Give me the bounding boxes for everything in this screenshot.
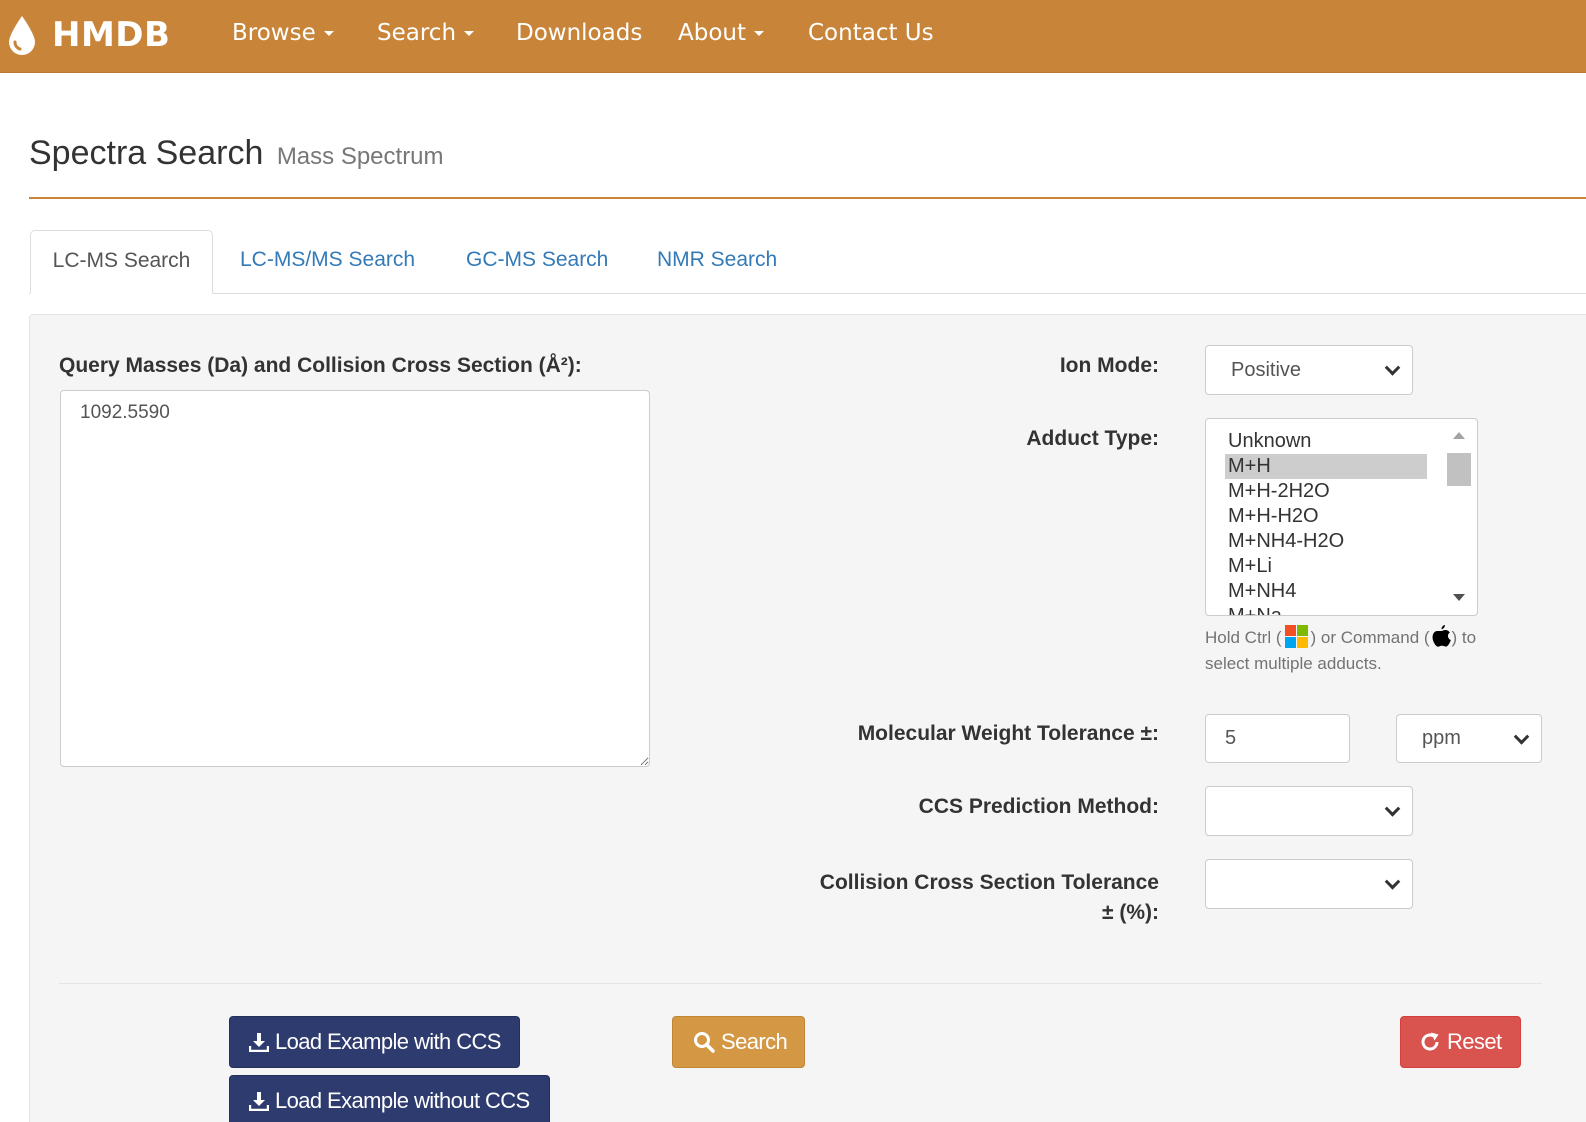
reset-button-label: Reset <box>1447 1029 1502 1054</box>
chevron-down-icon <box>1384 801 1401 817</box>
ccs-tolerance-label-line1: Collision Cross Section Tolerance <box>819 871 1159 894</box>
caret-down-icon <box>464 31 475 36</box>
top-navbar: HMDB Browse Search Downloads About Conta… <box>0 0 1586 73</box>
chevron-down-icon <box>1384 874 1401 890</box>
adduct-option[interactable]: M+H-2H2O <box>1225 479 1427 504</box>
tab-gc-ms-search[interactable]: GC-MS Search <box>466 230 608 294</box>
ccs-method-select[interactable] <box>1205 786 1413 836</box>
ion-mode-value: Positive <box>1231 358 1302 381</box>
page-subtitle: Mass Spectrum <box>276 143 444 170</box>
adduct-type-listbox[interactable]: Unknown M+H M+H-2H2O M+H-H2O M+NH4-H2O M… <box>1205 418 1478 616</box>
nav-downloads[interactable]: Downloads <box>516 20 642 46</box>
nav-browse-label: Browse <box>232 20 316 46</box>
nav-contact-label: Contact Us <box>808 20 934 46</box>
title-divider <box>29 197 1586 199</box>
caret-down-icon <box>754 31 765 36</box>
search-icon <box>694 1032 715 1053</box>
caret-down-icon <box>323 31 334 36</box>
search-button-label: Search <box>721 1029 788 1054</box>
refresh-icon <box>1421 1032 1439 1051</box>
reset-button[interactable]: Reset <box>1400 1016 1521 1068</box>
windows-icon <box>1284 624 1309 648</box>
ccs-tolerance-label: Collision Cross Section Tolerance ± (%): <box>820 868 1159 928</box>
load-example-with-ccs-label: Load Example with CCS <box>275 1029 501 1054</box>
query-masses-label: Query Masses (Da) and Collision Cross Se… <box>59 354 582 377</box>
scroll-down-arrow-icon[interactable] <box>1453 594 1465 601</box>
brand-logo[interactable]: HMDB <box>6 12 170 58</box>
adduct-option[interactable]: M+NH4 <box>1225 579 1427 604</box>
adduct-option-selected[interactable]: M+H <box>1225 454 1427 479</box>
nav-browse[interactable]: Browse <box>232 20 334 46</box>
chevron-down-icon <box>1384 360 1401 376</box>
ccs-tolerance-label-line2: ± (%): <box>1101 901 1159 924</box>
nav-contact[interactable]: Contact Us <box>808 20 934 46</box>
help-text-part: Hold Ctrl ( <box>1205 628 1282 647</box>
mw-tolerance-unit-value: ppm <box>1422 727 1461 749</box>
ccs-tolerance-select[interactable] <box>1205 859 1413 909</box>
load-example-without-ccs-button[interactable]: Load Example without CCS <box>229 1075 550 1122</box>
ccs-method-label: CCS Prediction Method: <box>918 795 1159 818</box>
droplet-icon <box>9 16 35 55</box>
form-divider <box>59 983 1542 984</box>
mw-tolerance-input[interactable] <box>1205 714 1350 763</box>
brand-name: HMDB <box>52 15 171 55</box>
mw-tolerance-label: Molecular Weight Tolerance ±: <box>857 722 1159 745</box>
page-title-text: Spectra Search <box>29 134 264 172</box>
adduct-option[interactable]: Unknown <box>1225 429 1427 454</box>
scroll-up-arrow-icon[interactable] <box>1453 432 1465 439</box>
tab-lc-ms-ms-search[interactable]: LC-MS/MS Search <box>240 230 415 294</box>
adduct-type-label: Adduct Type: <box>1026 427 1159 450</box>
adduct-option[interactable]: M+Na <box>1225 604 1427 615</box>
download-icon <box>249 1033 269 1052</box>
adduct-option[interactable]: M+NH4-H2O <box>1225 529 1427 554</box>
nav-about[interactable]: About <box>678 20 765 46</box>
apple-icon <box>1432 625 1451 647</box>
nav-search[interactable]: Search <box>377 20 475 46</box>
adduct-option[interactable]: M+H-H2O <box>1225 504 1427 529</box>
ion-mode-label: Ion Mode: <box>1059 354 1159 377</box>
nav-search-label: Search <box>377 20 457 46</box>
tab-nmr-search[interactable]: NMR Search <box>657 230 777 294</box>
mw-tolerance-unit-select[interactable]: ppm <box>1396 714 1542 763</box>
help-text-part: ) or Command ( <box>1310 628 1430 647</box>
download-icon <box>249 1092 269 1111</box>
tab-lc-ms-search[interactable]: LC-MS Search <box>30 230 213 294</box>
query-masses-textarea[interactable]: 1092.5590 <box>60 390 650 767</box>
listbox-scrollbar-thumb[interactable] <box>1447 453 1471 486</box>
adduct-option[interactable]: M+Li <box>1225 554 1427 579</box>
nav-downloads-label: Downloads <box>516 20 643 46</box>
nav-about-label: About <box>678 20 747 46</box>
load-example-without-ccs-label: Load Example without CCS <box>275 1088 530 1113</box>
load-example-with-ccs-button[interactable]: Load Example with CCS <box>229 1016 520 1068</box>
ion-mode-select[interactable]: Positive <box>1205 345 1413 395</box>
page-title: Spectra Search Mass Spectrum <box>29 134 444 173</box>
chevron-down-icon <box>1513 728 1530 745</box>
search-button[interactable]: Search <box>672 1016 805 1068</box>
adduct-help-text: Hold Ctrl () or Command () to select mul… <box>1205 624 1485 677</box>
